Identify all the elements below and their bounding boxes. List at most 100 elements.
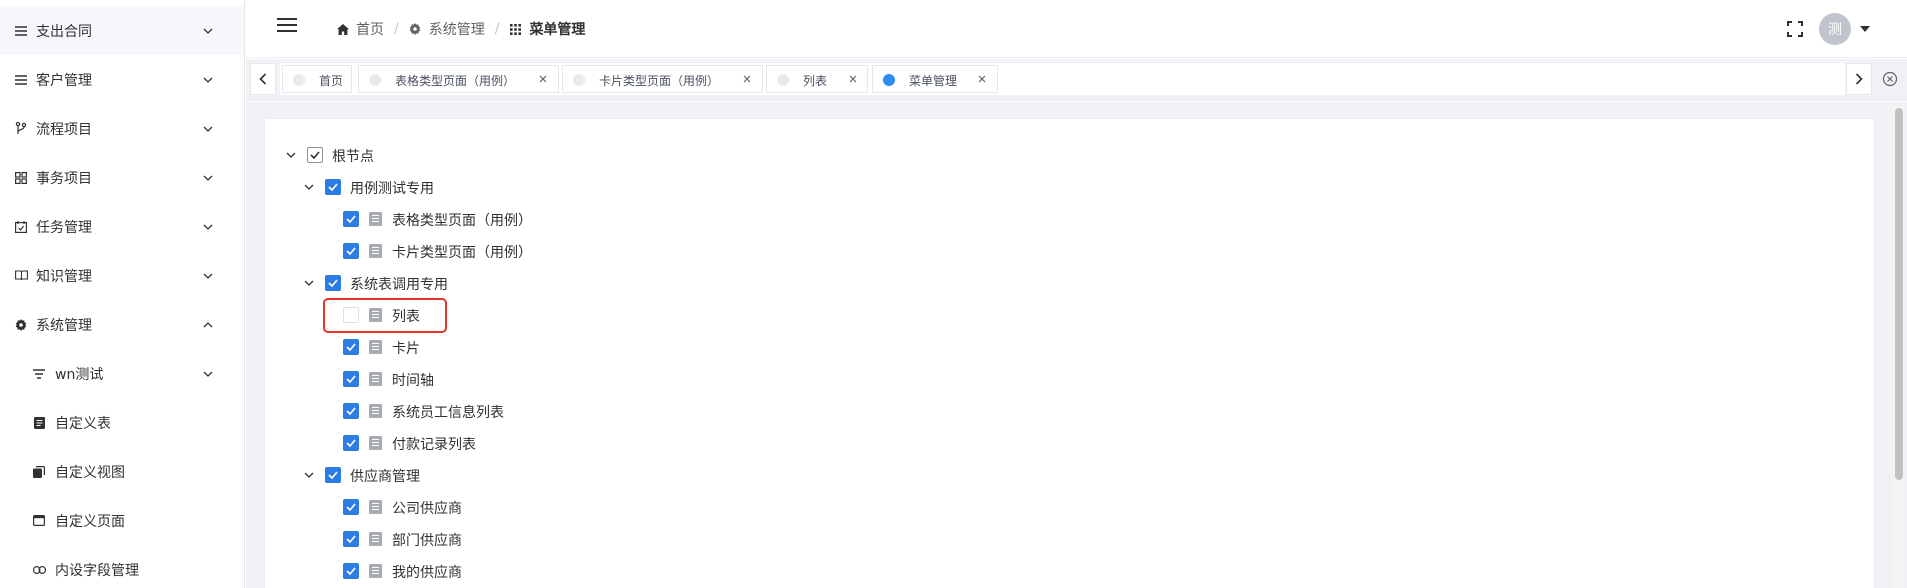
tree-node-root[interactable]: 根节点: [265, 143, 665, 167]
tab-card-page-example[interactable]: 卡片类型页面（用例）: [562, 65, 763, 93]
tab-menu-management[interactable]: 菜单管理: [872, 65, 998, 93]
tabs-container: 首页 表格类型页面（用例） 卡片类型页面（用例） 列表 菜单管理: [280, 63, 1845, 95]
document-icon: [369, 532, 382, 546]
tree-node-leaf[interactable]: 卡片: [265, 335, 665, 359]
breadcrumb-system[interactable]: 系统管理: [409, 19, 485, 39]
tabs-bar: 首页 表格类型页面（用例） 卡片类型页面（用例） 列表 菜单管理: [246, 59, 1907, 101]
document-icon: [369, 372, 382, 386]
chevron-down-icon[interactable]: [303, 277, 315, 289]
sidebar-item-label: 任务管理: [36, 219, 92, 236]
close-all-tabs-icon[interactable]: [1882, 71, 1898, 87]
tree-node-leaf[interactable]: 我的供应商: [265, 559, 665, 583]
checkbox[interactable]: [325, 275, 341, 291]
breadcrumb-label: 系统管理: [428, 22, 485, 38]
tree-node-group[interactable]: 供应商管理: [265, 463, 665, 487]
breadcrumb-separator: /: [494, 21, 500, 37]
tree-node-label: 时间轴: [392, 373, 434, 389]
caret-down-icon[interactable]: [1860, 26, 1870, 32]
sidebar-item-workflow[interactable]: 流程项目: [0, 104, 244, 153]
sidebar-item-affairs[interactable]: 事务项目: [0, 153, 244, 202]
tab-label: 菜单管理: [909, 74, 958, 88]
list-icon: [14, 24, 28, 38]
breadcrumb-separator: /: [394, 21, 399, 37]
chevron-down-icon: [202, 74, 214, 86]
tab-status-dot: [883, 74, 895, 86]
chevron-down-icon[interactable]: [303, 181, 315, 193]
checkbox[interactable]: [343, 563, 359, 579]
breadcrumb-current: 菜单管理: [509, 19, 585, 39]
tree-node-group[interactable]: 系统表调用专用: [265, 271, 665, 295]
tabs-scroll-left-button[interactable]: [250, 63, 276, 95]
content-scrollbar[interactable]: [1894, 106, 1904, 588]
tab-table-page-example[interactable]: 表格类型页面（用例）: [358, 65, 559, 93]
sidebar-subitem-wn-test[interactable]: wn测试: [0, 349, 244, 398]
tab-home[interactable]: 首页: [282, 65, 352, 93]
calendar-check-icon: [14, 220, 28, 234]
sidebar-item-expense-contract[interactable]: 支出合同: [0, 6, 244, 55]
sidebar-subitem-custom-table[interactable]: 自定义表: [0, 398, 244, 447]
sidebar-item-customers[interactable]: 客户管理: [0, 55, 244, 104]
checkbox[interactable]: [307, 147, 323, 163]
sidebar-item-knowledge[interactable]: 知识管理: [0, 251, 244, 300]
sidebar-subitem-builtin-fields[interactable]: 内设字段管理: [0, 545, 244, 588]
tree-node-label: 付款记录列表: [392, 437, 476, 453]
tab-label: 卡片类型页面（用例）: [599, 74, 720, 88]
chevron-down-icon[interactable]: [303, 469, 315, 481]
sidebar-item-label: 自定义视图: [55, 464, 125, 481]
tree-node-leaf[interactable]: 付款记录列表: [265, 431, 665, 455]
avatar[interactable]: 测: [1819, 13, 1851, 45]
tree-node-label: 部门供应商: [392, 533, 462, 549]
sidebar-item-label: 系统管理: [36, 317, 92, 334]
chevron-down-icon: [202, 221, 214, 233]
checkbox[interactable]: [343, 499, 359, 515]
sidebar: 支出合同 客户管理 流程项目 事务项目 任务管理 知识管理 系统管理 wn测试: [0, 0, 245, 588]
tree-node-leaf[interactable]: 公司供应商: [265, 495, 665, 519]
tree-node-label: 卡片: [392, 341, 420, 357]
chevron-down-icon: [202, 172, 214, 184]
filter-icon: [32, 367, 46, 381]
checkbox[interactable]: [325, 467, 341, 483]
tree-node-group[interactable]: 用例测试专用: [265, 175, 665, 199]
tree-node-leaf[interactable]: 表格类型页面（用例）: [265, 207, 665, 231]
grid-dots-icon: [509, 23, 522, 36]
checkbox[interactable]: [343, 403, 359, 419]
chevron-down-icon: [202, 270, 214, 282]
close-icon[interactable]: [537, 73, 549, 85]
checkbox[interactable]: [325, 179, 341, 195]
breadcrumb-label: 菜单管理: [529, 22, 586, 38]
sidebar-item-label: 内设字段管理: [55, 562, 139, 579]
checkbox[interactable]: [343, 371, 359, 387]
tree-node-leaf[interactable]: 部门供应商: [265, 527, 665, 551]
checkbox[interactable]: [343, 243, 359, 259]
fullscreen-icon[interactable]: [1787, 21, 1803, 37]
checkbox[interactable]: [343, 211, 359, 227]
tree-node-leaf[interactable]: 时间轴: [265, 367, 665, 391]
sidebar-item-system[interactable]: 系统管理: [0, 300, 244, 349]
sidebar-item-tasks[interactable]: 任务管理: [0, 202, 244, 251]
tree-node-label: 根节点: [332, 149, 374, 165]
sidebar-subitem-custom-page[interactable]: 自定义页面: [0, 496, 244, 545]
tree-node-label: 公司供应商: [392, 501, 462, 517]
chevron-up-icon: [202, 319, 214, 331]
breadcrumb-home[interactable]: 首页: [336, 19, 384, 39]
grid-icon: [14, 171, 28, 185]
tree-node-leaf[interactable]: 卡片类型页面（用例）: [265, 239, 665, 263]
tabs-scroll-right-button[interactable]: [1846, 63, 1872, 95]
close-icon[interactable]: [741, 73, 753, 85]
checkbox[interactable]: [343, 339, 359, 355]
chevron-down-icon[interactable]: [285, 149, 297, 161]
tree-node-label: 系统员工信息列表: [392, 405, 504, 421]
hamburger-menu-icon[interactable]: [277, 18, 297, 34]
tab-list[interactable]: 列表: [766, 65, 868, 93]
scrollbar-thumb[interactable]: [1895, 108, 1903, 480]
sidebar-item-label: 客户管理: [36, 72, 92, 89]
sidebar-subitem-custom-view[interactable]: 自定义视图: [0, 447, 244, 496]
checkbox[interactable]: [343, 435, 359, 451]
checkbox[interactable]: [343, 531, 359, 547]
chevron-down-icon: [202, 25, 214, 37]
gear-icon: [409, 23, 422, 36]
close-icon[interactable]: [976, 73, 988, 85]
tree-node-leaf[interactable]: 系统员工信息列表: [265, 399, 665, 423]
close-icon[interactable]: [847, 73, 859, 85]
book-icon: [14, 269, 28, 283]
